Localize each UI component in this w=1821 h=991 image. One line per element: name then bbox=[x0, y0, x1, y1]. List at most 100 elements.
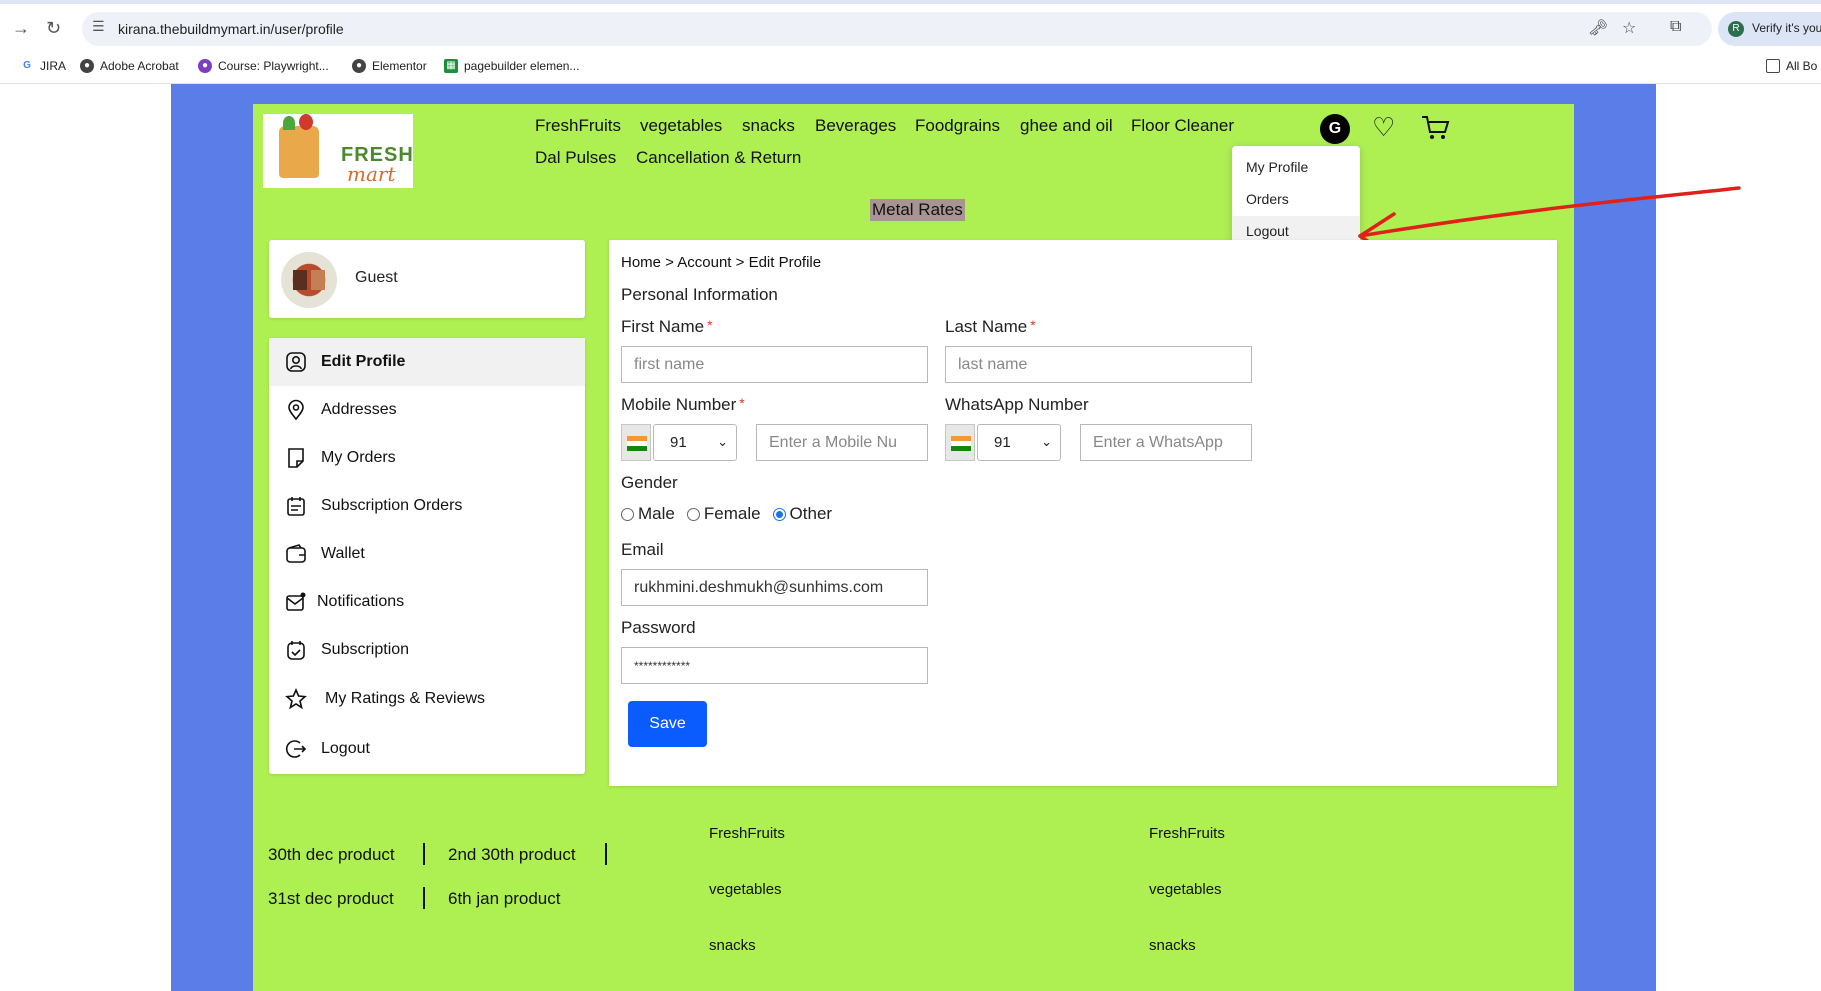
sidebar-item-my-orders[interactable]: My Orders bbox=[269, 434, 585, 482]
sidebar-item-edit-profile[interactable]: Edit Profile bbox=[269, 338, 585, 386]
course-icon: ● bbox=[198, 59, 212, 73]
account-avatar[interactable]: G bbox=[1320, 114, 1350, 144]
nav-cancellation-return[interactable]: Cancellation & Return bbox=[636, 148, 801, 168]
sidebar-item-label: Notifications bbox=[317, 593, 405, 610]
bookmark-course[interactable]: ● Course: Playwright... bbox=[198, 59, 329, 73]
cart-icon[interactable] bbox=[1420, 114, 1450, 142]
bookmark-pagebuilder[interactable]: ▦ pagebuilder elemen... bbox=[444, 59, 579, 73]
footer-divider bbox=[605, 843, 607, 865]
globe-icon: ● bbox=[352, 59, 366, 73]
footer-product-link[interactable]: 30th dec product bbox=[268, 845, 395, 865]
reload-icon[interactable]: ↻ bbox=[46, 18, 61, 39]
site-settings-icon[interactable]: ☰ bbox=[92, 18, 105, 35]
section-title: Personal Information bbox=[621, 285, 778, 304]
extensions-icon[interactable]: ⧉ bbox=[1670, 18, 1681, 36]
forward-arrow-icon[interactable]: → bbox=[12, 18, 30, 39]
sidebar-item-label: Subscription bbox=[321, 641, 410, 658]
required-mark: * bbox=[707, 317, 713, 333]
sidebar-item-wallet[interactable]: Wallet bbox=[269, 530, 585, 578]
guest-card: Guest bbox=[269, 240, 585, 318]
breadcrumb: Home > Account > Edit Profile bbox=[621, 254, 822, 271]
gender-female-radio[interactable] bbox=[686, 507, 700, 521]
required-mark: * bbox=[1030, 317, 1036, 333]
nav-snacks[interactable]: snacks bbox=[742, 116, 795, 136]
sidebar-item-subscription[interactable]: Subscription bbox=[269, 626, 585, 674]
profile-chip[interactable]: R Verify it's you bbox=[1718, 12, 1821, 46]
location-pin-icon bbox=[288, 399, 304, 421]
footer-product-link[interactable]: 31st dec product bbox=[268, 889, 394, 909]
user-circle-icon bbox=[286, 352, 306, 372]
gender-female-label[interactable]: Female bbox=[704, 504, 761, 524]
wishlist-heart-icon[interactable]: ♡ bbox=[1372, 112, 1395, 143]
sidebar-item-label: Addresses bbox=[321, 401, 397, 418]
folder-icon bbox=[1766, 59, 1780, 73]
save-button[interactable]: Save bbox=[628, 701, 707, 747]
gender-other-label[interactable]: Other bbox=[790, 504, 833, 524]
footer-category-link[interactable]: snacks bbox=[1149, 937, 1196, 954]
chevron-down-icon: ⌄ bbox=[1041, 434, 1052, 449]
nav-vegetables[interactable]: vegetables bbox=[640, 116, 722, 136]
profile-chip-text: Verify it's you bbox=[1752, 21, 1821, 35]
sheets-icon: ▦ bbox=[444, 59, 458, 73]
sidebar-item-label: My Ratings & Reviews bbox=[325, 690, 486, 707]
sidebar-item-addresses[interactable]: Addresses bbox=[269, 386, 585, 434]
sidebar-item-label: Edit Profile bbox=[321, 353, 406, 370]
footer-product-link[interactable]: 6th jan product bbox=[448, 889, 560, 909]
google-icon: G bbox=[20, 59, 34, 73]
india-flag-icon bbox=[621, 424, 651, 461]
bookmark-label: JIRA bbox=[40, 59, 67, 73]
footer-category-link[interactable]: FreshFruits bbox=[1149, 825, 1225, 842]
bookmark-elementor[interactable]: ● Elementor bbox=[352, 59, 427, 73]
footer-category-link[interactable]: FreshFruits bbox=[709, 825, 785, 842]
bookmark-jira[interactable]: G JIRA bbox=[20, 59, 66, 73]
password-key-icon[interactable]: 🗝 bbox=[1588, 18, 1608, 38]
nav-dal-pulses[interactable]: Dal Pulses bbox=[535, 148, 616, 168]
whatsapp-country-code-select[interactable]: 91 ⌄ bbox=[977, 424, 1061, 461]
dropdown-orders[interactable]: Orders bbox=[1232, 184, 1360, 214]
last-name-input[interactable] bbox=[945, 346, 1252, 383]
bookmark-adobe-acrobat[interactable]: ● Adobe Acrobat bbox=[80, 59, 179, 73]
profile-avatar-icon: R bbox=[1728, 21, 1744, 37]
logo-word-mart: mart bbox=[347, 162, 396, 186]
url-text[interactable]: kirana.thebuildmymart.in/user/profile bbox=[118, 21, 344, 37]
sidebar-item-logout[interactable]: Logout bbox=[269, 725, 585, 773]
nav-freshfruits[interactable]: FreshFruits bbox=[535, 116, 621, 136]
star-rating-icon bbox=[285, 688, 307, 710]
gender-male-label[interactable]: Male bbox=[638, 504, 675, 524]
mobile-number-input[interactable] bbox=[756, 424, 928, 461]
mobile-country-code-select[interactable]: 91 ⌄ bbox=[653, 424, 737, 461]
footer-divider bbox=[423, 843, 425, 865]
india-flag-icon bbox=[945, 424, 975, 461]
required-mark: * bbox=[739, 395, 745, 411]
footer-category-link[interactable]: snacks bbox=[709, 937, 756, 954]
nav-ghee-and-oil[interactable]: ghee and oil bbox=[1020, 116, 1113, 136]
bookmark-label: Course: Playwright... bbox=[218, 59, 329, 73]
bookmark-star-icon[interactable]: ☆ bbox=[1622, 18, 1636, 38]
mobile-label-wrap: Mobile Number * bbox=[621, 395, 745, 415]
footer-product-link[interactable]: 2nd 30th product bbox=[448, 845, 576, 865]
nav-floor-cleaner[interactable]: Floor Cleaner bbox=[1131, 116, 1234, 136]
sidebar-item-subscription-orders[interactable]: Subscription Orders bbox=[269, 482, 585, 530]
first-name-input[interactable] bbox=[621, 346, 928, 383]
whatsapp-number-input[interactable] bbox=[1080, 424, 1252, 461]
gender-other-radio[interactable] bbox=[772, 507, 786, 521]
sidebar-item-label: My Orders bbox=[321, 449, 396, 466]
metal-rates-link[interactable]: Metal Rates bbox=[870, 199, 965, 221]
first-name-label-wrap: First Name * bbox=[621, 317, 713, 337]
sidebar-item-notifications[interactable]: Notifications bbox=[269, 578, 585, 626]
nav-beverages[interactable]: Beverages bbox=[815, 116, 896, 136]
password-input[interactable] bbox=[621, 647, 928, 684]
bookmark-label: pagebuilder elemen... bbox=[464, 59, 580, 73]
whatsapp-code-value: 91 bbox=[994, 434, 1011, 451]
nav-foodgrains[interactable]: Foodgrains bbox=[915, 116, 1000, 136]
gender-male-radio[interactable] bbox=[621, 507, 634, 521]
site-logo[interactable]: FRESH mart bbox=[263, 114, 413, 188]
browser-toolbar: → ↻ ☰ kirana.thebuildmymart.in/user/prof… bbox=[0, 0, 1821, 50]
dropdown-my-profile[interactable]: My Profile bbox=[1232, 152, 1360, 182]
footer-category-link[interactable]: vegetables bbox=[1149, 881, 1222, 898]
email-input[interactable] bbox=[621, 569, 928, 606]
gender-radio-group: Male Female Other bbox=[621, 504, 832, 524]
sidebar-item-ratings-reviews[interactable]: My Ratings & Reviews bbox=[269, 675, 585, 723]
all-bookmarks[interactable]: All Bo bbox=[1766, 59, 1817, 73]
footer-category-link[interactable]: vegetables bbox=[709, 881, 782, 898]
